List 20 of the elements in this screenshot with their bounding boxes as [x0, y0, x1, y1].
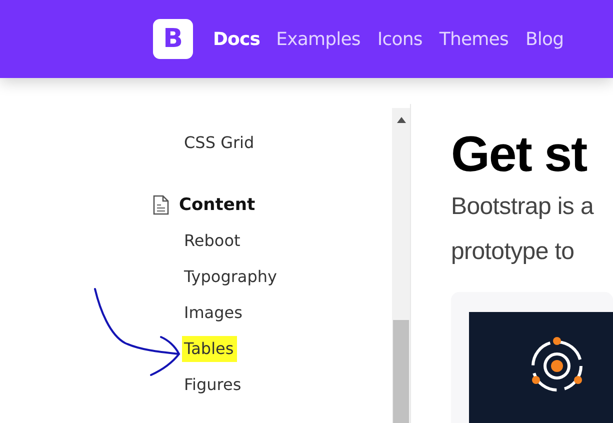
sidebar-link[interactable]: Images — [182, 300, 246, 326]
nav-link[interactable]: Icons — [377, 28, 422, 50]
sidebar-link[interactable]: Tables — [182, 336, 237, 362]
scroll-up-icon[interactable] — [396, 117, 406, 123]
section-heading: Content — [179, 195, 256, 215]
nav-link[interactable]: Examples — [276, 28, 360, 50]
nav-link[interactable]: Docs — [213, 28, 260, 50]
scrollbar[interactable] — [392, 108, 410, 423]
lead-text: prototype to — [451, 237, 574, 267]
sidebar-link[interactable]: Figures — [182, 372, 244, 398]
sidebar-link[interactable]: Typography — [182, 264, 280, 290]
nav-link[interactable]: Blog — [525, 28, 564, 50]
scrollbar-thumb[interactable] — [393, 320, 409, 423]
brand-logo[interactable]: B — [153, 19, 193, 59]
sidebar-link[interactable]: CSS Grid — [182, 130, 258, 156]
lead-text: Bootstrap is a — [451, 192, 594, 222]
nav-link[interactable]: Themes — [439, 28, 508, 50]
document-icon — [153, 195, 169, 215]
page-heading: Get st — [451, 125, 587, 184]
sidebar-link[interactable]: Reboot — [182, 228, 244, 254]
